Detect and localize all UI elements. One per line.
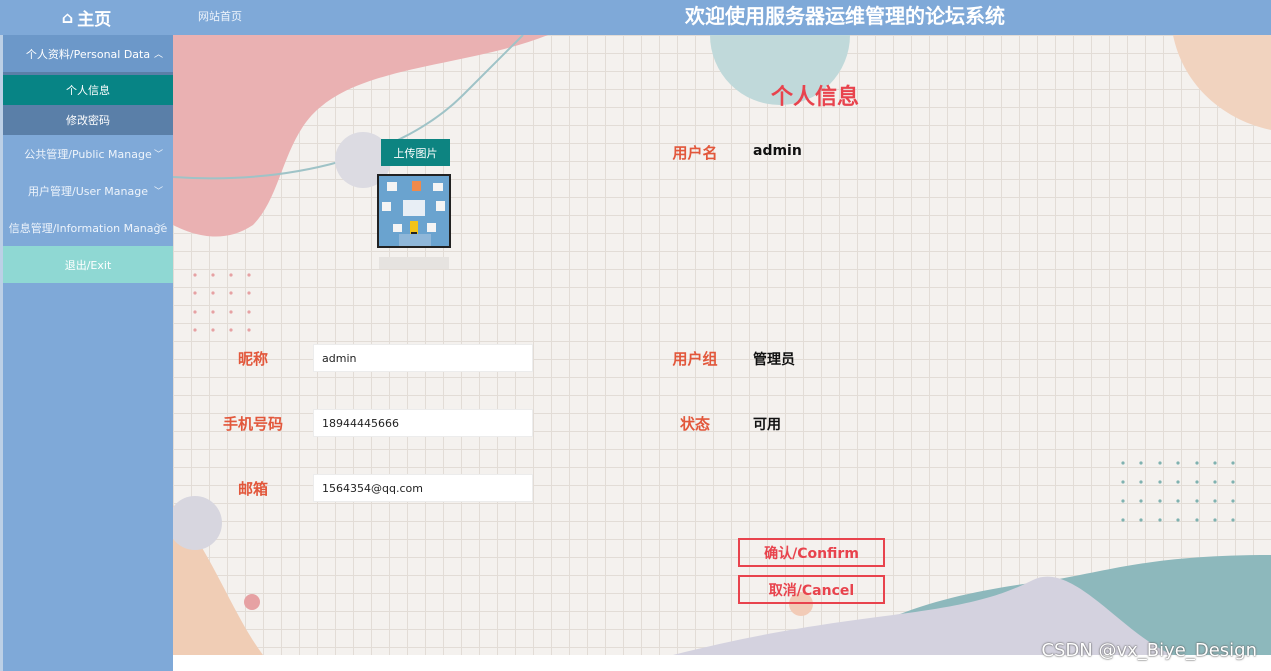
menu-group-public-manage[interactable]: 公共管理/Public Manage ﹀ bbox=[3, 135, 173, 172]
chevron-down-icon: ﹀ bbox=[153, 187, 163, 197]
chevron-up-icon: ︿ bbox=[153, 50, 163, 60]
sidebar-item-profile[interactable]: 个人信息 bbox=[3, 75, 173, 105]
chevron-down-icon: ﹀ bbox=[153, 150, 163, 160]
menu-group-label: 信息管理/Information Manage bbox=[8, 221, 168, 235]
page-title: 个人信息 bbox=[770, 85, 859, 110]
system-title: 欢迎使用服务器运维管理的论坛系统 bbox=[685, 4, 1005, 28]
confirm-button[interactable]: 确认/Confirm bbox=[738, 538, 885, 567]
avatar-illustration bbox=[379, 176, 449, 246]
username-label: 用户名 bbox=[672, 144, 718, 162]
menu-group-information-manage[interactable]: 信息管理/Information Manage ﹀ bbox=[3, 209, 173, 246]
menu-group-label: 个人资料/Personal Data bbox=[25, 47, 151, 61]
status-label: 状态 bbox=[679, 415, 710, 433]
profile-panel: 个人信息 上传图片 昵称 手机号码 邮箱 用户名 admin 用户组 管理员 状… bbox=[173, 35, 1271, 655]
email-label: 邮箱 bbox=[237, 480, 268, 498]
menu-group-user-manage[interactable]: 用户管理/User Manage ﹀ bbox=[3, 172, 173, 209]
home-icon: ⌂ bbox=[61, 8, 74, 27]
sidebar-item-change-password[interactable]: 修改密码 bbox=[3, 105, 173, 135]
status-value: 可用 bbox=[753, 417, 781, 433]
user-group-label: 用户组 bbox=[672, 350, 718, 368]
top-bar: ⌂ 主页 网站首页 欢迎使用服务器运维管理的论坛系统 bbox=[0, 0, 1271, 35]
sidebar: 个人资料/Personal Data ︿ 个人信息 修改密码 公共管理/Publ… bbox=[0, 35, 173, 671]
watermark-text: CSDN @vx_Biye_Design bbox=[1041, 640, 1257, 661]
home-link[interactable]: ⌂ 主页 bbox=[0, 0, 173, 35]
cancel-button[interactable]: 取消/Cancel bbox=[738, 575, 885, 604]
nickname-label: 昵称 bbox=[237, 350, 268, 368]
home-label: 主页 bbox=[77, 10, 112, 30]
avatar-caption-placeholder bbox=[379, 257, 449, 269]
phone-field[interactable] bbox=[313, 409, 533, 437]
upload-image-button[interactable]: 上传图片 bbox=[381, 139, 450, 166]
site-home-link[interactable]: 网站首页 bbox=[198, 8, 242, 24]
chevron-down-icon: ﹀ bbox=[155, 224, 165, 234]
user-group-value: 管理员 bbox=[753, 352, 795, 368]
phone-label: 手机号码 bbox=[222, 415, 283, 433]
nickname-field[interactable] bbox=[313, 344, 533, 372]
avatar-image[interactable] bbox=[377, 174, 451, 248]
username-value: admin bbox=[753, 143, 802, 159]
menu-group-personal-data[interactable]: 个人资料/Personal Data ︿ bbox=[3, 35, 173, 72]
exit-button[interactable]: 退出/Exit bbox=[3, 246, 173, 283]
email-field[interactable] bbox=[313, 474, 533, 502]
menu-group-label: 用户管理/User Manage bbox=[28, 184, 148, 198]
menu-group-label: 公共管理/Public Manage bbox=[24, 147, 152, 161]
